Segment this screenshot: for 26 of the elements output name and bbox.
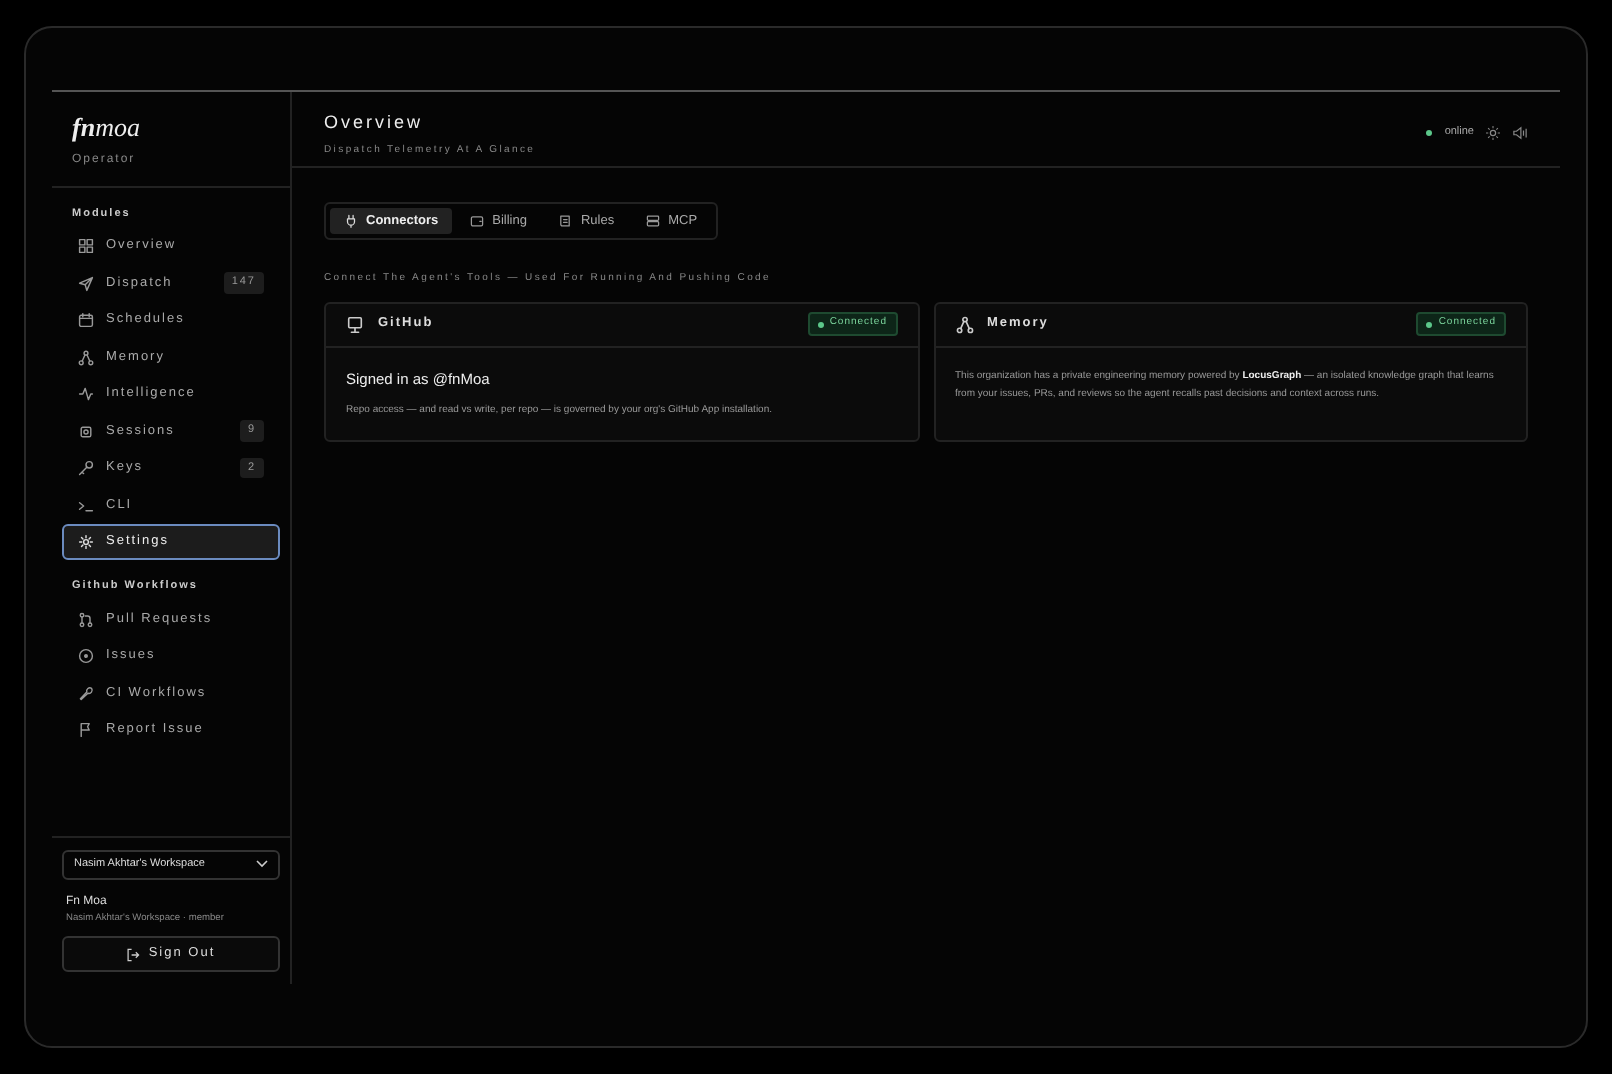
sign-out-icon [126, 947, 141, 961]
sun-icon[interactable] [1486, 125, 1500, 140]
send-icon [78, 275, 94, 291]
key-icon [78, 460, 94, 476]
scroll-icon [558, 214, 573, 228]
flag-icon [78, 722, 94, 739]
chip-icon [78, 423, 94, 439]
chevron-icon [256, 860, 268, 869]
page-title: Overview [324, 110, 426, 136]
speaker-icon[interactable] [1512, 125, 1528, 140]
wallet-icon [470, 214, 485, 228]
plug-icon [344, 214, 358, 228]
terminal-icon [78, 497, 94, 513]
circle-dot-icon [78, 648, 94, 665]
grid-icon [78, 238, 94, 254]
monitor-icon [346, 315, 364, 333]
pulse-icon [78, 386, 94, 402]
wrench-icon [78, 685, 94, 702]
status-dot [1426, 129, 1433, 136]
nodes-icon [78, 349, 94, 365]
pull-request-icon [78, 611, 94, 628]
gear-icon [78, 534, 94, 550]
server-icon [646, 214, 661, 228]
calendar-icon [78, 312, 94, 328]
brand-logo: fnmoa [70, 110, 142, 146]
nodes-icon [955, 315, 973, 333]
